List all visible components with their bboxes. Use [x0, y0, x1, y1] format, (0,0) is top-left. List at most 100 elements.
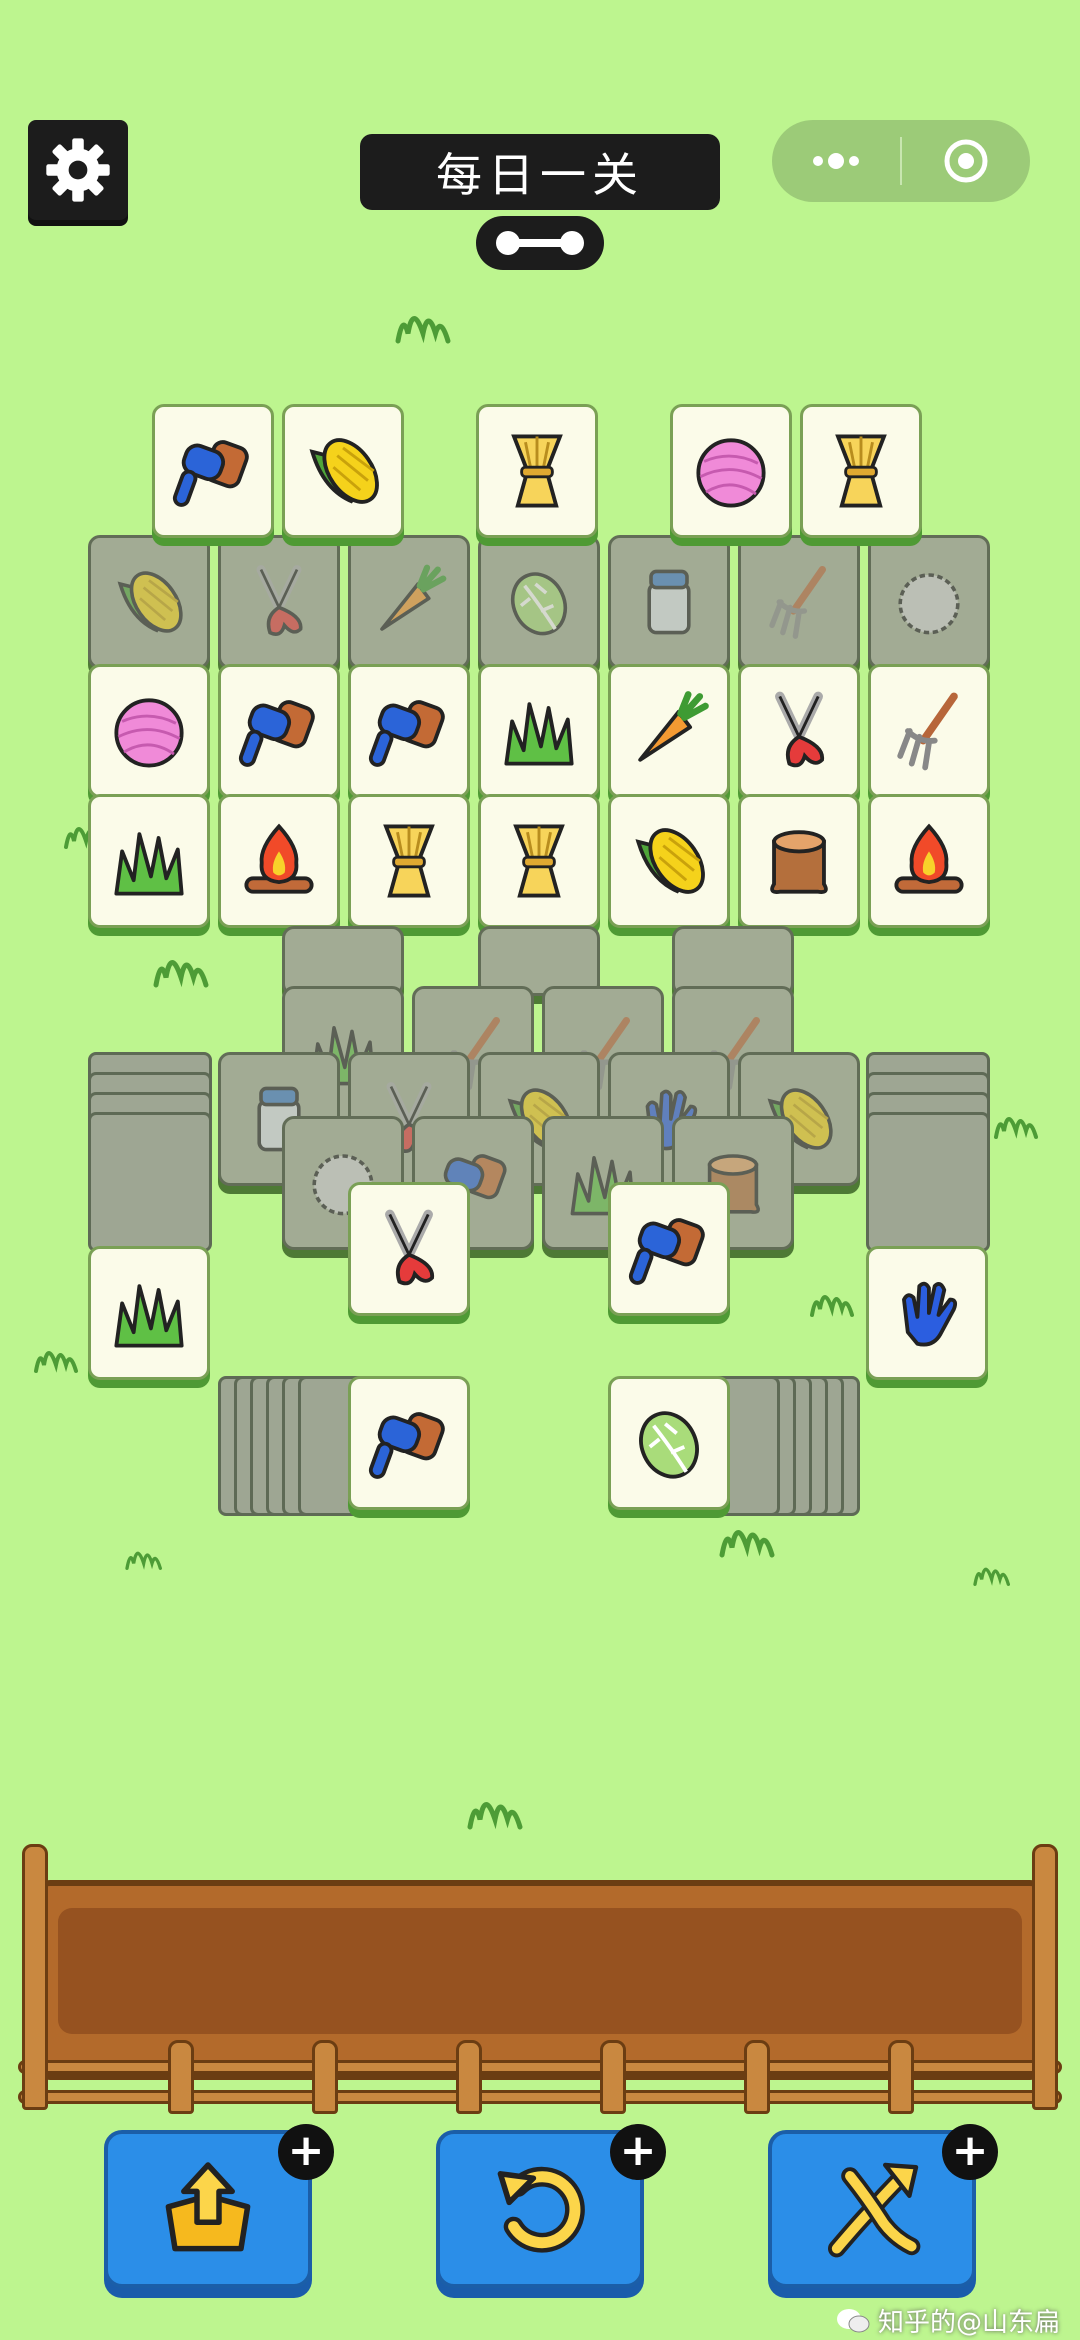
campfire-icon: [881, 813, 977, 909]
fence-post: [456, 2040, 482, 2114]
grass-icon: [491, 683, 587, 779]
tray-slot-area: [58, 1908, 1022, 2034]
tile-brush[interactable]: [348, 1376, 470, 1510]
grass-tuft-icon: [146, 940, 226, 990]
box-up-arrow-icon: [165, 2162, 251, 2252]
cabbage-icon: [494, 557, 584, 647]
more-button[interactable]: [772, 120, 900, 202]
fence-post: [600, 2040, 626, 2114]
shears-icon: [234, 557, 324, 647]
tile-carrot[interactable]: [608, 664, 730, 798]
grass-tuft-icon: [122, 1530, 172, 1580]
tile-brush[interactable]: [152, 404, 274, 538]
watermark: 知乎的@山东扁: [836, 2302, 1060, 2339]
shears-icon: [751, 683, 847, 779]
wheat-icon: [361, 813, 457, 909]
tile-yarn[interactable]: [88, 664, 210, 798]
tile-glove[interactable]: [866, 1246, 988, 1380]
shuffle-arrows-icon: [828, 2162, 921, 2258]
corn-icon: [621, 813, 717, 909]
tile-corn[interactable]: [608, 794, 730, 928]
grass-icon: [101, 1265, 197, 1361]
brush-icon: [165, 423, 261, 519]
close-button[interactable]: [902, 120, 1030, 202]
tile-fork[interactable]: [868, 664, 990, 798]
tile-corn[interactable]: [282, 404, 404, 538]
fork-icon: [754, 557, 844, 647]
fork-icon: [881, 683, 977, 779]
tile-covered: [868, 535, 990, 669]
tile-fire[interactable]: [218, 794, 340, 928]
fence-post: [312, 2040, 338, 2114]
carrot-icon: [621, 683, 717, 779]
target-circle-icon: [944, 139, 988, 183]
grass-tuft-icon: [990, 1096, 1050, 1146]
yarn-icon: [683, 423, 779, 519]
tile-wheat[interactable]: [478, 794, 600, 928]
grass-icon: [101, 813, 197, 909]
tile-grass[interactable]: [88, 1246, 210, 1380]
page-title: 每日一关: [360, 134, 720, 210]
brush-icon: [361, 1395, 457, 1491]
yarn-icon: [101, 683, 197, 779]
jar-icon: [624, 557, 714, 647]
carrot-icon: [364, 557, 454, 647]
wheat-icon: [813, 423, 909, 519]
mini-program-capsule: [772, 120, 1030, 202]
tile-wheat[interactable]: [348, 794, 470, 928]
add-powerup-badge[interactable]: +: [610, 2124, 666, 2180]
grass-tuft-icon: [712, 1510, 792, 1560]
tile-brush[interactable]: [348, 664, 470, 798]
glove-icon: [879, 1265, 975, 1361]
tile-cabbage[interactable]: [608, 1376, 730, 1510]
undo-arrow-icon: [497, 2166, 585, 2253]
tile-covered: [478, 535, 600, 669]
add-powerup-badge[interactable]: +: [942, 2124, 998, 2180]
wheat-icon: [491, 813, 587, 909]
grass-tuft-icon: [970, 1546, 1020, 1596]
add-powerup-badge[interactable]: +: [278, 2124, 334, 2180]
grass-tuft-icon: [460, 1782, 540, 1832]
tile-shears[interactable]: [738, 664, 860, 798]
tile-covered: [738, 535, 860, 669]
cabbage-icon: [621, 1395, 717, 1491]
fence-post: [168, 2040, 194, 2114]
tile-yarn[interactable]: [670, 404, 792, 538]
tile-brush[interactable]: [608, 1182, 730, 1316]
tile-covered: [348, 535, 470, 669]
watermark-text: 知乎的@山东扁: [878, 2308, 1061, 2338]
fence-post: [1032, 1844, 1058, 2110]
settings-button[interactable]: [28, 120, 128, 220]
tile-covered: [88, 535, 210, 669]
tile-wheat[interactable]: [476, 404, 598, 538]
brush-icon: [231, 683, 327, 779]
tile-wheat[interactable]: [800, 404, 922, 538]
grass-tuft-icon: [30, 1330, 90, 1380]
campfire-icon: [231, 813, 327, 909]
shears-icon: [361, 1201, 457, 1297]
tile-fire[interactable]: [868, 794, 990, 928]
tile-stack-right: [866, 1112, 990, 1252]
corn-icon: [295, 423, 391, 519]
tile-shears[interactable]: [348, 1182, 470, 1316]
wheat-icon: [489, 423, 585, 519]
grass-tuft-icon: [806, 1274, 866, 1324]
bone-toggle-button[interactable]: [476, 216, 604, 270]
grass-tuft-icon: [388, 296, 468, 346]
tile-covered: [218, 535, 340, 669]
tile-brush[interactable]: [218, 664, 340, 798]
tile-grass[interactable]: [478, 664, 600, 798]
corn-icon: [104, 557, 194, 647]
tile-stack-left: [88, 1112, 212, 1252]
brush-icon: [361, 683, 457, 779]
gear-icon: [46, 138, 110, 202]
brush-icon: [621, 1201, 717, 1297]
bone-toggle-icon: [496, 231, 584, 255]
wechat-icon: [837, 2308, 870, 2332]
more-dots-icon: [813, 153, 859, 169]
tree-stump-icon: [751, 813, 847, 909]
fence-post: [22, 1844, 48, 2110]
tile-grass[interactable]: [88, 794, 210, 928]
tile-stump[interactable]: [738, 794, 860, 928]
wool-icon: [884, 557, 974, 647]
